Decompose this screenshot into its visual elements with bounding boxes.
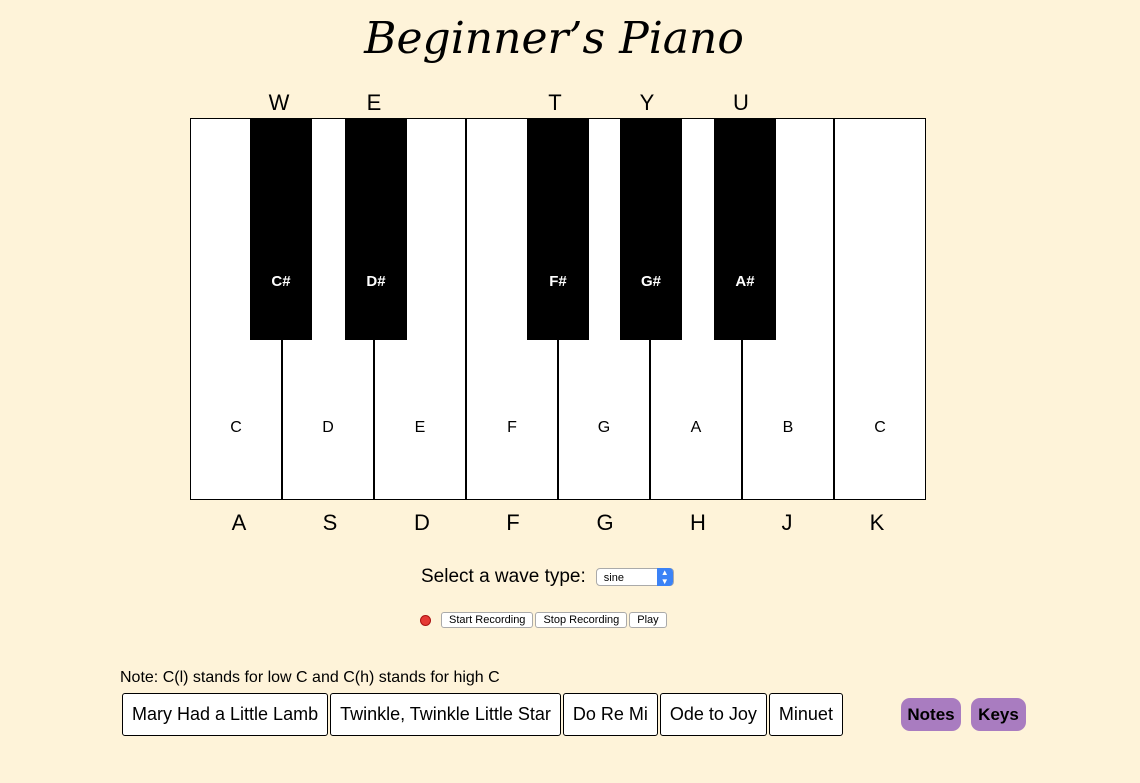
page-title: Beginner’s Piano — [364, 13, 744, 64]
song-button-mary-had-a-little-lamb[interactable]: Mary Had a Little Lamb — [122, 693, 329, 736]
shortcut-label-d: S — [322, 510, 338, 535]
key-note-label: G# — [640, 273, 661, 290]
key-note-label: A# — [735, 273, 755, 290]
key-note-label: D — [322, 419, 334, 436]
shortcut-label-a: H — [690, 510, 706, 535]
song-button-do-re-mi[interactable]: Do Re Mi — [562, 693, 658, 736]
wave-type-label: Select a wave type: — [421, 566, 586, 587]
shortcut-label-e: D — [414, 510, 430, 535]
piano-key-c-high[interactable]: C — [834, 118, 926, 500]
select-arrows-icon: ▲ ▼ — [656, 568, 673, 586]
shortcut-label-c-high: K — [869, 510, 885, 535]
shortcut-label-f-sharp: T — [548, 90, 562, 115]
song-button-twinkle[interactable]: Twinkle, Twinkle Little Star — [330, 693, 561, 736]
shortcut-label-g: G — [596, 510, 614, 535]
key-note-label: C# — [271, 273, 291, 290]
key-note-label: G — [597, 419, 611, 436]
stop-recording-button[interactable]: Stop Recording — [535, 612, 628, 628]
piano-key-d-sharp[interactable]: D# — [345, 118, 407, 340]
shortcut-label-d-sharp: E — [366, 90, 382, 115]
key-note-label: F — [507, 419, 517, 436]
wave-type-value: sine — [603, 572, 624, 584]
shortcut-label-g-sharp: Y — [639, 90, 655, 115]
song-button-ode-to-joy[interactable]: Ode to Joy — [659, 693, 767, 736]
play-recording-button[interactable]: Play — [629, 612, 667, 628]
key-note-label: A — [690, 419, 702, 436]
shortcut-label-f: F — [506, 510, 520, 535]
piano-page: Beginner’s Piano W E T Y U C D E F G A B… — [0, 0, 1140, 783]
start-recording-button[interactable]: Start Recording — [441, 612, 534, 628]
notes-toggle-button[interactable]: Notes — [901, 698, 961, 731]
song-button-minuet[interactable]: Minuet — [768, 693, 843, 736]
keys-toggle-button[interactable]: Keys — [971, 698, 1026, 731]
record-indicator-icon — [420, 614, 431, 626]
song-buttons: Mary Had a Little Lamb Twinkle, Twinkle … — [122, 693, 845, 736]
key-note-label: C — [874, 419, 886, 436]
recording-controls: Start Recording Stop Recording Play — [420, 612, 669, 628]
note-text: Note: C(l) stands for low C and C(h) sta… — [120, 669, 500, 686]
key-note-label: F# — [549, 273, 567, 290]
key-note-label: D# — [366, 273, 386, 290]
piano-key-a-sharp[interactable]: A# — [714, 118, 776, 340]
piano-key-g-sharp[interactable]: G# — [620, 118, 682, 340]
wave-type-select[interactable]: sine ▲ ▼ — [595, 568, 674, 586]
piano-key-f-sharp[interactable]: F# — [527, 118, 589, 340]
key-note-label: B — [782, 419, 794, 436]
piano-key-c-sharp[interactable]: C# — [250, 118, 312, 340]
key-note-label: E — [414, 419, 426, 436]
piano-keyboard: C D E F G A B C C# D# F# G# A# — [190, 118, 926, 500]
shortcut-label-c-sharp: W — [268, 90, 290, 115]
shortcut-label-b: J — [781, 510, 793, 535]
key-note-label: C — [230, 419, 242, 436]
shortcut-label-c-low: A — [231, 510, 247, 535]
shortcut-label-a-sharp: U — [733, 90, 749, 115]
wave-type-row: Select a wave type: sine ▲ ▼ — [421, 566, 674, 588]
